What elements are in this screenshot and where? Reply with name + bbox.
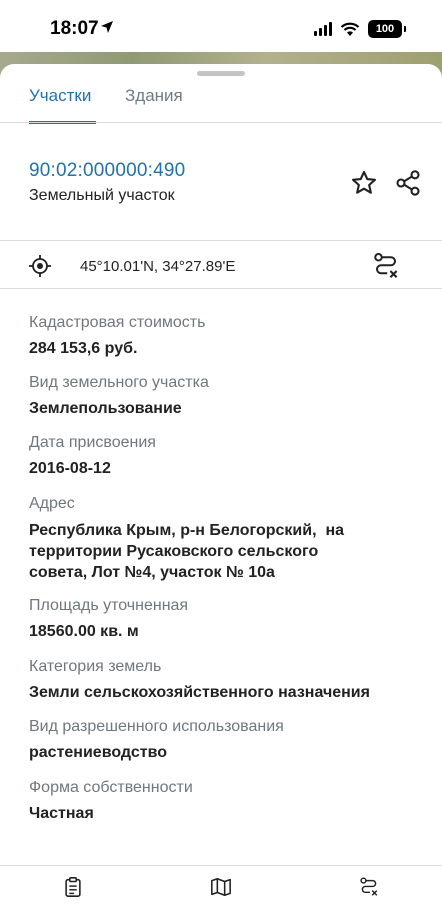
field-value: Республика Крым, р-н Белогорский, на терр… — [29, 520, 429, 583]
route-icon — [360, 877, 378, 896]
coordinates-text[interactable]: 45°10.01'N, 34°27.89'E — [80, 258, 235, 275]
field-value: 18560.00 кв. м — [29, 623, 139, 640]
cadastral-number[interactable]: 90:02:000000:490 — [29, 160, 185, 182]
tab-buildings[interactable]: Здания — [125, 86, 183, 106]
battery-indicator: 100 — [368, 20, 402, 38]
nav-item-map[interactable] — [210, 876, 232, 903]
clipboard-icon — [65, 877, 81, 897]
parcel-type: Земельный участок — [29, 187, 175, 204]
attributes-list[interactable]: Кадастровая стоимость 284 153,6 руб. Вид… — [0, 289, 442, 867]
field-label: Кадастровая стоимость — [29, 314, 206, 331]
map-icon — [211, 877, 231, 897]
field-cadastral-value: Кадастровая стоимость 284 153,6 руб. — [29, 313, 429, 359]
clear-route-button[interactable] — [370, 250, 402, 282]
field-label: Вид разрешенного использования — [29, 718, 284, 735]
field-land-category: Категория земель Земли сельскохозяйствен… — [29, 657, 429, 703]
divider — [0, 240, 442, 241]
field-value: растениеводство — [29, 744, 167, 761]
drag-handle[interactable] — [197, 71, 245, 76]
location-arrow-icon — [101, 21, 113, 33]
field-ownership: Форма собственности Частная — [29, 778, 429, 824]
status-time: 18:07 — [50, 18, 99, 39]
cellular-signal-icon — [314, 22, 332, 36]
field-value: Земли сельскохозяйственного назначения — [29, 684, 370, 701]
field-value: Землепользование — [29, 400, 182, 417]
tab-parcels[interactable]: Участки — [29, 86, 91, 106]
field-assignment-date: Дата присвоения 2016-08-12 — [29, 433, 429, 479]
field-label: Адрес — [29, 495, 75, 512]
wifi-icon — [340, 22, 360, 36]
nav-item-routes[interactable] — [358, 876, 380, 903]
field-address: Адрес Республика Крым, р-н Белогорский, … — [29, 494, 429, 583]
status-bar: 18:07 100 — [0, 0, 442, 52]
bottom-navigation — [0, 865, 442, 910]
field-permitted-use: Вид разрешенного использования растениев… — [29, 717, 429, 763]
nav-item-info[interactable] — [62, 876, 84, 903]
divider — [0, 122, 442, 123]
route-clear-icon — [374, 253, 398, 278]
favorite-button[interactable] — [347, 166, 381, 200]
share-icon — [396, 170, 420, 196]
divider — [0, 288, 442, 289]
field-label: Категория земель — [29, 658, 162, 675]
share-button[interactable] — [391, 166, 425, 200]
locate-button[interactable] — [27, 253, 53, 279]
field-label: Дата присвоения — [29, 434, 156, 451]
field-value: 2016-08-12 — [29, 460, 111, 477]
field-parcel-kind: Вид земельного участка Землепользование — [29, 373, 429, 419]
field-area: Площадь уточненная 18560.00 кв. м — [29, 596, 429, 642]
address-line: совета, Лот №4, участок № 10а — [29, 564, 275, 581]
tab-bar: Участки Здания — [0, 78, 442, 124]
field-label: Вид земельного участка — [29, 374, 209, 391]
field-label: Форма собственности — [29, 779, 193, 796]
address-line: Республика Крым, р-н Белогорский, на — [29, 522, 344, 539]
star-icon — [351, 170, 377, 194]
field-value: 284 153,6 руб. — [29, 340, 138, 357]
field-value: Частная — [29, 805, 94, 822]
field-label: Площадь уточненная — [29, 597, 189, 614]
battery-cap — [404, 26, 406, 32]
status-indicators: 100 — [314, 20, 406, 38]
locate-target-icon — [29, 255, 51, 277]
address-line: территории Русаковского сельского — [29, 543, 319, 560]
